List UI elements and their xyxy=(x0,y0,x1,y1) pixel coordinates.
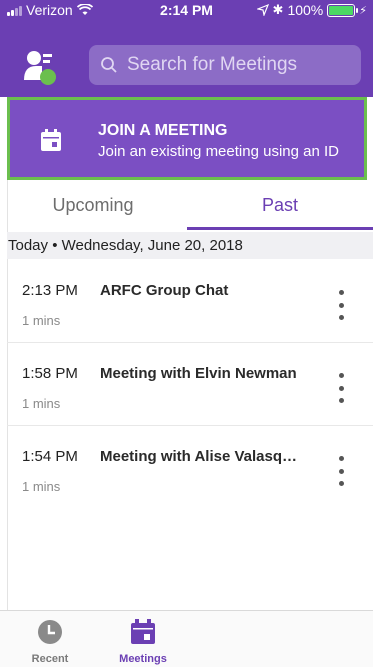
nav-recent-label: Recent xyxy=(31,653,69,665)
status-bar: Verizon 2:14 PM ✱ 100% ⚡ xyxy=(0,0,373,20)
bluetooth-icon: ✱ xyxy=(272,2,284,17)
meeting-list-item[interactable]: 1:58 PM Meeting with Elvin Newman 1 mins xyxy=(7,343,373,426)
meeting-duration: 1 mins xyxy=(22,313,61,328)
nav-meetings[interactable]: Meetings xyxy=(108,611,178,667)
join-meeting-subtitle: Join an existing meeting using an ID xyxy=(98,143,339,160)
meeting-duration: 1 mins xyxy=(22,479,61,494)
meeting-tabs: Upcoming Past xyxy=(0,180,373,230)
search-bar[interactable] xyxy=(89,45,361,85)
meeting-time: 1:58 PM xyxy=(22,365,78,382)
calendar-icon xyxy=(41,129,61,151)
more-options-icon[interactable] xyxy=(335,373,347,403)
clock-icon xyxy=(38,620,62,644)
meeting-list: 2:13 PM ARFC Group Chat 1 mins 1:58 PM M… xyxy=(7,260,373,508)
tab-past[interactable]: Past xyxy=(187,180,373,230)
user-status-icon xyxy=(24,51,56,85)
nav-recent[interactable]: Recent xyxy=(15,611,85,667)
meeting-title: Meeting with Alise Valasq… xyxy=(100,448,297,465)
battery-percent: 100% xyxy=(287,2,324,18)
search-input[interactable] xyxy=(125,53,359,77)
meeting-title: ARFC Group Chat xyxy=(100,282,229,299)
tab-upcoming[interactable]: Upcoming xyxy=(0,180,186,230)
search-icon xyxy=(99,55,119,75)
meeting-duration: 1 mins xyxy=(22,396,61,411)
meeting-list-item[interactable]: 1:54 PM Meeting with Alise Valasq… 1 min… xyxy=(7,426,373,508)
meeting-time: 1:54 PM xyxy=(22,448,78,465)
status-right: ✱ 100% ⚡ xyxy=(256,2,367,18)
profile-status-button[interactable] xyxy=(22,48,62,88)
join-meeting-banner[interactable]: JOIN A MEETING Join an existing meeting … xyxy=(7,97,367,180)
active-tab-indicator xyxy=(187,227,373,230)
battery-icon xyxy=(327,3,359,17)
more-options-icon[interactable] xyxy=(335,456,347,486)
bottom-tab-bar: Recent Meetings xyxy=(0,610,373,667)
join-meeting-title: JOIN A MEETING xyxy=(98,122,228,139)
app-header: Verizon 2:14 PM ✱ 100% ⚡ xyxy=(0,0,373,97)
location-arrow-icon xyxy=(256,4,269,16)
meeting-list-item[interactable]: 2:13 PM ARFC Group Chat 1 mins xyxy=(7,260,373,343)
nav-meetings-label: Meetings xyxy=(119,653,167,665)
date-section-header: Today • Wednesday, June 20, 2018 xyxy=(7,232,373,259)
charging-icon: ⚡ xyxy=(359,4,367,17)
calendar-icon xyxy=(131,619,155,644)
meeting-title: Meeting with Elvin Newman xyxy=(100,365,297,382)
meeting-time: 2:13 PM xyxy=(22,282,78,299)
more-options-icon[interactable] xyxy=(335,290,347,320)
